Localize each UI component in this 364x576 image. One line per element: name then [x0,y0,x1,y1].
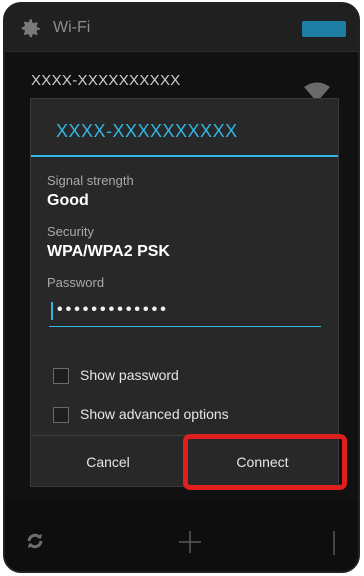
add-icon[interactable] [177,529,203,555]
show-advanced-option[interactable]: Show advanced options [53,404,293,426]
network-list-item[interactable]: XXXX-XXXXXXXXXX [31,72,181,89]
text-cursor [51,302,53,320]
password-value: ••••••••••••• [57,301,169,318]
action-bar: Wi-Fi [5,4,358,52]
gear-icon[interactable] [17,16,43,42]
password-label: Password [47,275,105,290]
cancel-button[interactable]: Cancel [31,436,185,488]
wifi-toggle[interactable] [302,21,346,37]
title-divider [31,155,338,157]
dialog-title: XXXX-XXXXXXXXXX [56,121,238,141]
password-input[interactable]: ••••••••••••• [49,299,321,327]
show-password-option[interactable]: Show password [53,365,293,387]
bottom-action-bar [5,501,358,571]
security-label: Security [47,224,94,239]
signal-strength-label: Signal strength [47,173,134,188]
wifi-connect-dialog: XXXX-XXXXXXXXXX Signal strength Good Sec… [30,98,339,487]
screen-title: Wi-Fi [53,19,91,36]
show-advanced-label: Show advanced options [80,406,229,422]
overflow-menu-icon[interactable] [332,531,336,555]
security-value: WPA/WPA2 PSK [47,243,170,260]
show-advanced-checkbox[interactable] [53,407,69,423]
scan-icon[interactable] [23,529,47,553]
show-password-label: Show password [80,367,179,383]
show-password-checkbox[interactable] [53,368,69,384]
connect-button[interactable]: Connect [186,436,339,488]
signal-strength-value: Good [47,192,89,209]
